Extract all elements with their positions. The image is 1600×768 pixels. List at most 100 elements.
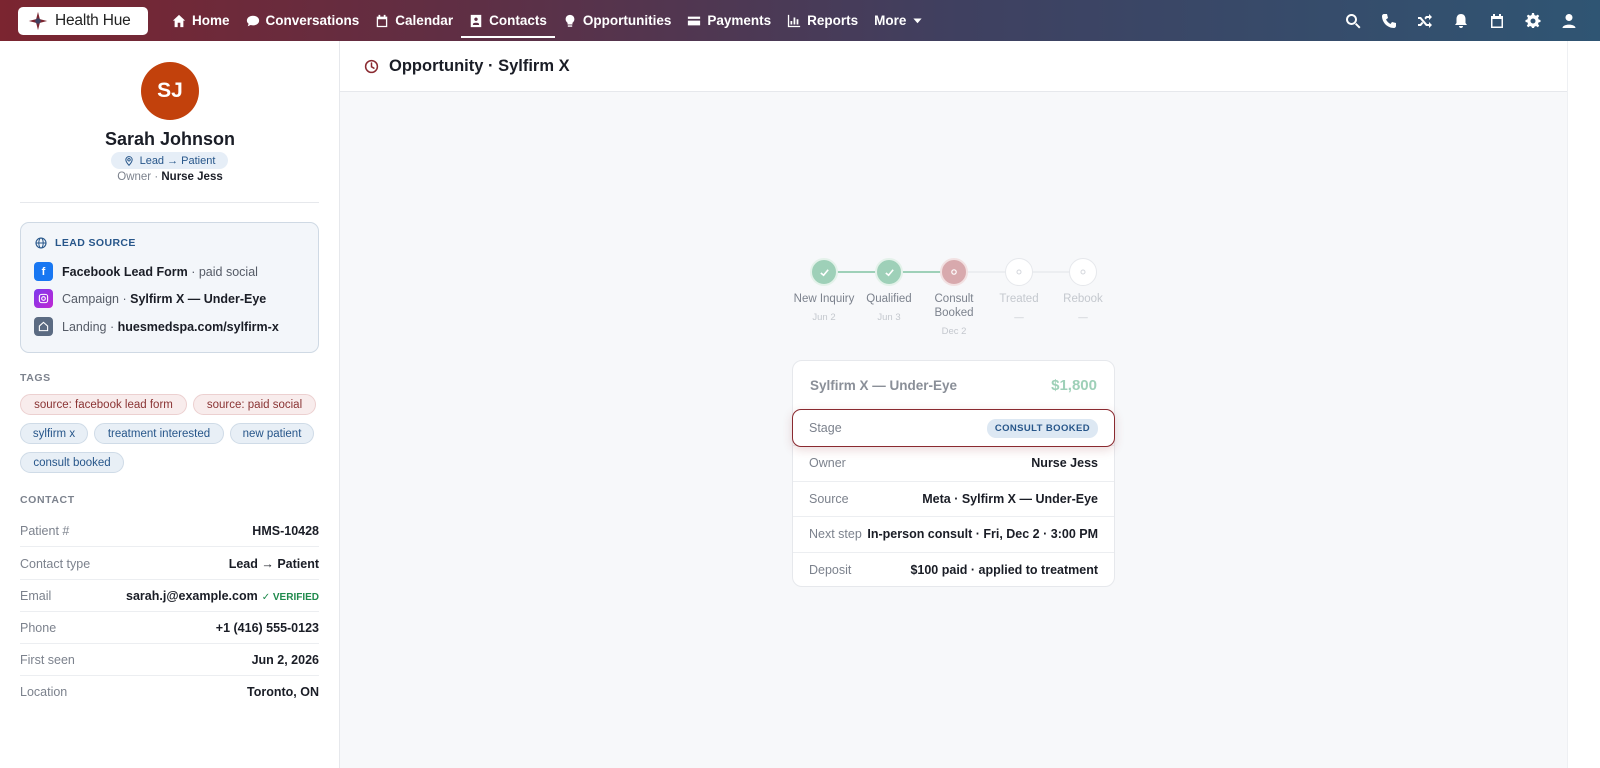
calendar-icon [1491,13,1503,28]
gear-icon [1525,12,1541,28]
landing-page-icon [34,317,53,336]
credit-card-icon [688,16,701,25]
opportunity-value: $1,800 [1051,377,1097,394]
tag-item[interactable]: source: paid social [193,394,316,415]
opportunity-row-stage[interactable]: Stage CONSULT BOOKED [792,409,1115,447]
instagram-icon [34,289,53,308]
row-key: Phone [20,620,57,635]
lead-source-card: LEAD SOURCE f Facebook Lead Form · paid … [20,222,319,353]
phone-button[interactable] [1380,12,1398,30]
row-key: Email [20,588,52,603]
current-stage-dot-icon [940,258,968,286]
settings-button[interactable] [1524,12,1542,30]
lead-source-campaign-row: Campaign · Sylfirm X — Under-Eye [34,289,266,308]
caret-down-icon [913,18,923,24]
nav-contacts[interactable]: Contacts [461,0,555,41]
nav-utilities [1344,12,1578,30]
profile-button[interactable] [1560,12,1578,30]
notifications-button[interactable] [1452,12,1470,30]
stage-new-inquiry[interactable]: New Inquiry Jun 2 [789,258,859,323]
stage-date: — [1078,312,1088,323]
status-badge-label: Lead → Patient [139,154,216,167]
tag-item[interactable]: new patient [230,423,314,444]
search-icon [1345,13,1361,28]
landing-url[interactable]: huesmedspa.com/sylfirm-x [118,320,279,334]
stage-label: Consult Booked [934,293,974,319]
divider [20,202,319,203]
lead-source-title-text: LEAD SOURCE [55,237,136,249]
row-key: Next step [809,527,862,541]
opportunity-row-next-step: Next step In-person consult · Fri, Dec 2… [793,516,1114,551]
nav-reports[interactable]: Reports [779,0,866,41]
contact-sidebar: SJ Sarah Johnson Lead → Patient Owner · … [0,41,340,768]
tag-item[interactable]: source: facebook lead form [20,394,187,415]
globe-icon [35,237,47,249]
email-value[interactable]: sarah.j@example.com [126,589,258,603]
tag-item[interactable]: treatment interested [94,423,224,444]
nav-conversations-label: Conversations [265,13,360,28]
nav-conversations[interactable]: Conversations [238,0,368,41]
row-key: Stage [809,421,842,435]
search-button[interactable] [1344,12,1362,30]
lead-source-landing-row: Landing · huesmedspa.com/sylfirm-x [34,317,279,336]
row-value: Meta · Sylfirm X — Under-Eye [922,492,1098,506]
row-key: Owner [809,456,846,470]
nav-calendar[interactable]: Calendar [367,0,461,41]
stage-label: Qualified [866,293,912,305]
stage-treated[interactable]: Treated — [984,258,1054,323]
check-icon [875,258,903,286]
house-glyph-icon [38,321,49,332]
campaign-label: Campaign · [62,291,127,306]
phone-value[interactable]: +1 (416) 555-0123 [216,621,319,635]
contact-owner: Owner · Nurse Jess [0,171,340,183]
stage-consult-booked[interactable]: Consult Booked Dec 2 [919,258,989,337]
nav-contacts-label: Contacts [489,13,547,28]
stage-rebook[interactable]: Rebook — [1048,258,1118,323]
contact-row-phone: Phone +1 (416) 555-0123 [20,612,319,644]
stage-date: Jun 2 [812,312,836,323]
bell-icon [1455,13,1467,28]
row-value: Nurse Jess [1031,456,1098,470]
contact-name: Sarah Johnson [104,129,236,149]
row-value: Toronto, ON [247,685,319,699]
row-key: Location [20,685,68,699]
nav-home[interactable]: Home [164,0,238,41]
stage-label: New Inquiry [793,293,855,305]
row-key: First seen [20,652,75,667]
shuffle-icon [1418,13,1432,28]
tag-item[interactable]: sylfirm x [20,423,88,444]
calendar-icon [377,14,388,27]
contact-row-patient-number: Patient # HMS-10428 [20,515,319,547]
contact-row-location: Location Toronto, ON [20,676,319,708]
avatar: SJ [141,62,199,120]
opportunity-row-deposit: Deposit $100 paid · applied to treatment [793,552,1114,587]
home-icon [172,14,186,27]
tag-item[interactable]: consult booked [20,452,124,473]
row-key: Source [809,492,849,506]
nav-more[interactable]: More [866,0,931,41]
owner-value: Nurse Jess [161,171,223,183]
stage-date: Dec 2 [941,326,967,337]
brand-logo[interactable]: Health Hue [18,6,148,35]
shuffle-button[interactable] [1416,12,1434,30]
stage-label: Rebook [1063,293,1103,305]
row-value: HMS-10428 [252,523,319,538]
nav-payments[interactable]: Payments [679,0,779,41]
stage-qualified[interactable]: Qualified Jun 3 [854,258,924,323]
opportunity-title: Sylfirm X — Under-Eye [810,378,958,393]
owner-label: Owner · [117,171,159,183]
tags-title: TAGS [20,372,51,384]
pending-stage-dot-icon [1005,258,1033,286]
main-nav: Home Conversations Calendar Contacts Opp… [164,0,931,41]
row-key: Patient # [20,523,70,538]
check-icon [810,258,838,286]
stage-date: Jun 3 [877,312,901,323]
nav-opportunities[interactable]: Opportunities [555,0,680,41]
nav-home-label: Home [192,13,230,28]
calendar-shortcut-button[interactable] [1488,12,1506,30]
row-value: Lead → Patient [228,556,319,571]
scrollbar[interactable] [1567,41,1600,768]
stage-badge[interactable]: CONSULT BOOKED [986,418,1098,438]
stage-date: — [1014,312,1024,323]
chat-icon [246,15,259,26]
